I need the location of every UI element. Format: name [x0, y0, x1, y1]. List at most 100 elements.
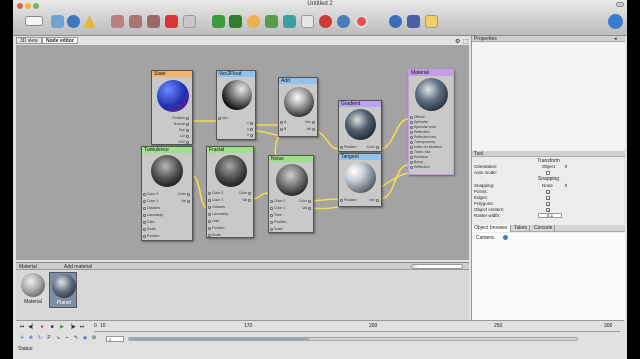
generator-icon[interactable] [247, 15, 260, 28]
render-icon[interactable] [407, 15, 420, 28]
vec2float-in-vec[interactable]: Vec [217, 116, 228, 120]
material-in-diffuse[interactable]: Diffuse [409, 115, 425, 119]
node-fractal[interactable]: Fractal Color 0 Color 1 Octaves Lacunari… [206, 146, 254, 238]
object-item-camera[interactable]: Camera [476, 235, 509, 242]
noise-out-val[interactable]: Val [302, 206, 312, 210]
move-icon[interactable]: ✥ [27, 335, 35, 342]
material-search-input[interactable] [411, 264, 463, 269]
camera-tool-icon[interactable]: ◉ [81, 335, 89, 342]
tab-object-browser[interactable]: Object browser [472, 225, 511, 232]
node-material[interactable]: Material Diffuse Specular Specular color… [408, 69, 454, 175]
timeline-ruler[interactable]: 0 10 170 200 250 300 [94, 323, 620, 332]
cube-icon[interactable] [111, 15, 124, 28]
tangent-out-vec[interactable]: Vec [369, 198, 380, 202]
spline-icon[interactable] [229, 15, 242, 28]
add-material-button[interactable]: Add material [64, 264, 92, 270]
turbulence-in-lacunarity[interactable]: Lacunarity [142, 213, 163, 217]
vec2float-out-x[interactable]: x [247, 121, 254, 125]
noise-in-time[interactable]: Time [269, 213, 282, 217]
cube-edit-icon[interactable] [129, 15, 142, 28]
material-in-specular-color[interactable]: Specular color [409, 125, 436, 129]
properties-collapse-icon[interactable]: ◂ [614, 36, 617, 42]
material-in-transparency[interactable]: Transparency [409, 140, 435, 144]
material-item-planet[interactable]: Planet [49, 272, 77, 308]
scale-tool-icon[interactable] [83, 15, 96, 28]
add-in-b[interactable]: B [279, 127, 286, 131]
turbulence-in-color1[interactable]: Color 1 [142, 199, 158, 203]
node-add[interactable]: Add A B Vec Val [278, 77, 318, 137]
noise-in-color1[interactable]: Color 1 [269, 206, 285, 210]
noise-in-scale[interactable]: Scale [269, 227, 283, 231]
tab-3d-view[interactable]: 3D view [16, 37, 42, 44]
add-out-vec[interactable]: Vec [305, 120, 316, 124]
material-in-trans-blur[interactable]: Trans. blur [409, 150, 431, 154]
node-editor-canvas[interactable]: State Position Normal Eye UV UV2 Vec2Flo… [16, 45, 469, 260]
move-tool-icon[interactable] [67, 15, 80, 28]
select-tool-icon[interactable] [51, 15, 64, 28]
material-in-emission[interactable]: Emission [409, 155, 428, 159]
material-in-reflection-blur[interactable]: Reflection blur [409, 135, 436, 139]
turbulence-in-scale[interactable]: Scale [142, 227, 156, 231]
go-to-start-icon[interactable]: ⏮ [18, 324, 26, 331]
zoom-window-button[interactable] [33, 3, 39, 9]
brush-icon[interactable]: ✎ [72, 335, 80, 342]
cube-points-icon[interactable] [147, 15, 160, 28]
fractal-out-color[interactable]: Color [239, 191, 252, 195]
knife-icon[interactable]: ↘ [54, 335, 62, 342]
cube-solid-icon[interactable] [165, 15, 178, 28]
camera-icon[interactable] [355, 15, 368, 28]
fractal-in-lacunarity[interactable]: Lacunarity [207, 212, 228, 216]
turbulence-in-position[interactable]: Position [142, 234, 159, 238]
axis-icon[interactable] [183, 15, 196, 28]
state-out-eye[interactable]: Eye [179, 128, 190, 132]
record-icon[interactable]: ● [38, 324, 46, 331]
gradient-out-color[interactable]: Color [367, 145, 380, 149]
close-window-button[interactable] [17, 3, 23, 9]
editor-expand-icon[interactable]: ⬚ [463, 38, 469, 45]
add-in-a[interactable]: A [279, 120, 286, 124]
stop-icon[interactable]: ■ [48, 324, 56, 331]
material-in-reflection[interactable]: Reflection [409, 130, 430, 134]
node-state[interactable]: State Position Normal Eye UV UV2 [151, 70, 193, 145]
editor-options-icon[interactable]: ⚙ [455, 38, 460, 45]
material-in-specular[interactable]: Specular [409, 120, 428, 124]
node-tangent[interactable]: Tangent Position Vec [338, 153, 382, 207]
minimize-window-button[interactable] [25, 3, 31, 9]
vec2float-out-z[interactable]: z [247, 133, 254, 137]
tangent-in-position[interactable]: Position [339, 198, 356, 202]
magnet-icon[interactable]: ⌁ [63, 335, 71, 342]
material-in-ior[interactable]: Index of refraction [409, 145, 442, 149]
node-vec2float[interactable]: Vec2Float Vec x y z [216, 70, 256, 140]
tab-console[interactable]: Console [532, 225, 556, 232]
fractal-in-color1[interactable]: Color 1 [207, 198, 223, 202]
turbulence-in-gain[interactable]: Gain [142, 220, 154, 224]
turbulence-out-val[interactable]: Val [181, 199, 191, 203]
node-gradient[interactable]: Gradient Position Color [338, 100, 382, 152]
noise-out-color[interactable]: Color [299, 199, 312, 203]
select-icon[interactable]: ✛ [18, 335, 26, 342]
polygon-tool-icon[interactable]: P [45, 335, 53, 342]
turbulence-in-color0[interactable]: Color 0 [142, 192, 158, 196]
toolbar-toggle-button[interactable] [616, 2, 624, 7]
points-checkbox[interactable]: ✓ [546, 190, 550, 195]
deformer-icon[interactable] [265, 15, 278, 28]
tab-node-editor[interactable]: Node editor [42, 37, 78, 44]
polygons-checkbox[interactable]: ✓ [546, 202, 550, 207]
gradient-in-position[interactable]: Position [339, 145, 356, 149]
timeline-scrollbar[interactable] [128, 337, 578, 341]
add-out-val[interactable]: Val [306, 127, 316, 131]
frame-settings-icon[interactable]: ⚙ [90, 335, 98, 342]
render-settings-icon[interactable] [389, 15, 402, 28]
tab-takes[interactable]: Takes [512, 225, 531, 232]
material-icon[interactable] [319, 15, 332, 28]
material-in-reflection-2[interactable]: Reflection [409, 165, 430, 169]
turbulence-in-octaves[interactable]: Octaves [142, 206, 160, 210]
vec2float-out-y[interactable]: y [247, 127, 254, 131]
fractal-in-scale[interactable]: Scale [207, 233, 221, 237]
fractal-in-gain[interactable]: Gain [207, 219, 219, 223]
light-icon[interactable] [337, 15, 350, 28]
object-centers-checkbox[interactable]: ✓ [546, 208, 550, 213]
noise-in-color0[interactable]: Color 0 [269, 199, 285, 203]
turbulence-out-color[interactable]: Color [178, 192, 191, 196]
scene-icon[interactable] [301, 15, 314, 28]
